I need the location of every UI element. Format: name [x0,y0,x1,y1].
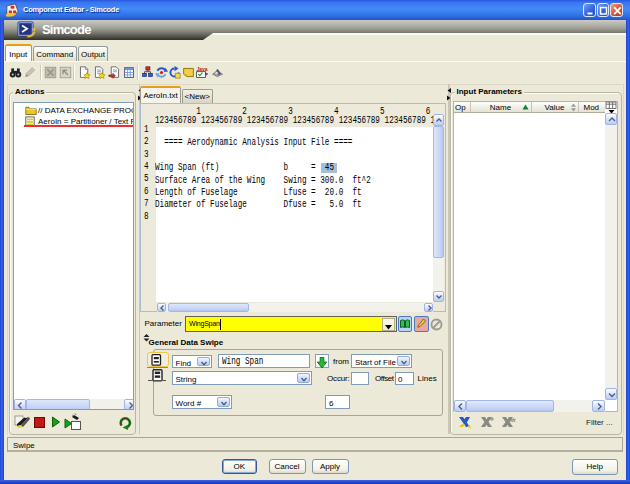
svg-text:Java: Java [197,67,208,72]
